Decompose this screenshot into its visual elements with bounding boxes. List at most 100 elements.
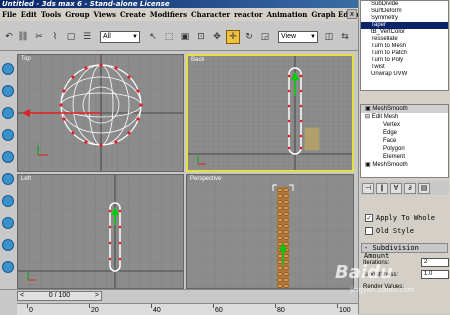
- tool-ball-icon[interactable]: [2, 129, 14, 141]
- region-select-icon[interactable]: ⊡: [194, 30, 208, 44]
- tool-ball-icon[interactable]: [2, 195, 14, 207]
- select-arrow-icon[interactable]: ↖: [146, 30, 160, 44]
- ruler-tick-label: 0: [29, 307, 33, 314]
- modifier-list-item[interactable]: Turn to Mesh: [361, 43, 448, 50]
- tool-ball-icon[interactable]: [2, 217, 14, 229]
- modifier-list-item[interactable]: SurfDeform: [361, 8, 448, 15]
- back-view-canvas: [188, 56, 352, 170]
- remove-modifier-icon[interactable]: ∂: [404, 182, 416, 194]
- stack-item[interactable]: Polygon: [361, 145, 448, 153]
- tool-ball-icon[interactable]: [2, 85, 14, 97]
- perspective-view-canvas: [187, 175, 353, 288]
- select-move-icon[interactable]: ✥: [210, 30, 224, 44]
- prev-frame-icon[interactable]: <: [20, 292, 24, 300]
- stack-item[interactable]: Element: [361, 153, 448, 161]
- modifier-list-item[interactable]: Turn to Poly: [361, 57, 448, 64]
- tool-ball-icon[interactable]: [2, 261, 14, 273]
- menu-item[interactable]: Group: [65, 10, 89, 19]
- modifier-list-item[interactable]: tB_VertColor: [361, 29, 448, 36]
- modifier-bulb-icon[interactable]: ⊟: [365, 114, 372, 120]
- rotate-icon[interactable]: ↻: [242, 30, 256, 44]
- selection-filter-dropdown[interactable]: All ▼: [100, 31, 140, 43]
- show-end-result-icon[interactable]: ∥: [376, 182, 388, 194]
- unlink-icon[interactable]: ✂: [32, 30, 46, 44]
- pivot-center-icon[interactable]: ◫: [322, 30, 336, 44]
- menu-item[interactable]: Views: [94, 10, 116, 19]
- configure-sets-icon[interactable]: ▤: [418, 182, 430, 194]
- modifier-list-item[interactable]: Taper: [361, 22, 448, 29]
- apply-to-whole-checkbox[interactable]: ✓: [365, 214, 373, 222]
- modifier-list-item[interactable]: Tessellate: [361, 36, 448, 43]
- stack-item-label: Face: [383, 138, 397, 144]
- ruler-tick: [151, 304, 152, 308]
- stack-item-label: Polygon: [383, 146, 405, 152]
- menu-item[interactable]: Animation: [267, 10, 308, 19]
- select-link-icon[interactable]: ⛓: [16, 30, 30, 44]
- bind-space-warp-icon[interactable]: ⌇: [48, 30, 62, 44]
- viewport-top[interactable]: Top: [17, 54, 184, 172]
- stack-item[interactable]: Face: [361, 137, 448, 145]
- smoothness-spinner[interactable]: 1.0: [421, 270, 449, 279]
- coord-system-dropdown[interactable]: View ▼: [278, 31, 318, 43]
- move-icon[interactable]: ✛: [226, 30, 240, 44]
- menu-item[interactable]: File: [2, 10, 17, 19]
- ruler-tick-label: 60: [215, 307, 223, 314]
- left-view-canvas: [18, 175, 183, 288]
- menu-item[interactable]: Edit: [21, 10, 37, 19]
- scale-icon[interactable]: ◲: [258, 30, 272, 44]
- tool-ball-icon[interactable]: [2, 63, 14, 75]
- chevron-down-icon: ▼: [310, 34, 316, 40]
- menu-item[interactable]: Modifiers: [150, 10, 187, 19]
- iterations-row: Iterations: 2: [363, 258, 449, 267]
- select-by-name-icon[interactable]: ☰: [80, 30, 94, 44]
- stack-item[interactable]: Edge: [361, 129, 448, 137]
- stack-item[interactable]: ▣ MeshSmooth: [361, 161, 448, 169]
- stack-item[interactable]: ▣ MeshSmooth: [361, 105, 448, 113]
- make-unique-icon[interactable]: ∀: [390, 182, 402, 194]
- modifier-list-item[interactable]: Twist: [361, 64, 448, 71]
- tool-ball-icon[interactable]: [2, 107, 14, 119]
- apply-to-whole-row[interactable]: ✓ Apply To Whole: [365, 214, 435, 222]
- ruler-tick-label: 40: [153, 307, 161, 314]
- next-frame-icon[interactable]: >: [95, 292, 99, 300]
- old-style-checkbox[interactable]: [365, 227, 373, 235]
- stack-item[interactable]: ⊟ Edit Mesh: [361, 113, 448, 121]
- modifier-stack[interactable]: ▣ MeshSmooth ⊟ Edit Mesh Vertex Edge Face Pol…: [360, 104, 449, 178]
- window-crossing-icon[interactable]: ▣: [178, 30, 192, 44]
- smoothness-label: Smoothness:: [363, 271, 399, 278]
- modifier-list[interactable]: SubDivide SurfDeform Symmetry Taper tB_VertC…: [360, 0, 449, 91]
- coord-system-value: View: [281, 33, 297, 40]
- stack-item-label: Vertex: [383, 122, 401, 128]
- window-title: Untitled - 3ds max 6 - Stand-alone Licen…: [0, 0, 358, 8]
- menu-item[interactable]: reactor: [234, 10, 263, 19]
- pin-stack-icon[interactable]: ⊣: [362, 182, 374, 194]
- mirror-icon[interactable]: ⇆: [338, 30, 352, 44]
- close-icon[interactable]: x: [347, 9, 357, 19]
- track-ruler[interactable]: 0 20 40 60 80 100: [17, 303, 358, 315]
- viewport-left[interactable]: Left: [17, 174, 184, 289]
- left-tool-strip: [0, 51, 17, 289]
- modifier-list-item[interactable]: Symmetry: [361, 15, 448, 22]
- rect-select-icon[interactable]: ⬚: [162, 30, 176, 44]
- tool-ball-icon[interactable]: [2, 151, 14, 163]
- apply-to-whole-label: Apply To Whole: [376, 214, 436, 222]
- iterations-spinner[interactable]: 2: [421, 258, 449, 267]
- viewport-back[interactable]: Back: [186, 54, 354, 172]
- subdivision-rollout[interactable]: - Subdivision Amount: [361, 243, 448, 260]
- stack-item[interactable]: Vertex: [361, 121, 448, 129]
- menu-item[interactable]: Character: [191, 10, 230, 19]
- tool-ball-icon[interactable]: [2, 173, 14, 185]
- modifier-list-item[interactable]: SubDivide: [361, 1, 448, 8]
- time-slider[interactable]: < 0 / 100 >: [17, 291, 102, 301]
- modifier-list-item[interactable]: Turn to Patch: [361, 50, 448, 57]
- menu-item[interactable]: Tools: [41, 10, 61, 19]
- old-style-row[interactable]: Old Style: [365, 227, 414, 235]
- viewport-perspective[interactable]: Perspective: [186, 174, 354, 289]
- menu-item[interactable]: Create: [120, 10, 146, 19]
- select-object-icon[interactable]: ▢: [64, 30, 78, 44]
- tool-ball-icon[interactable]: [2, 239, 14, 251]
- ruler-tick-label: 80: [277, 307, 285, 314]
- modifier-list-item[interactable]: Unwrap UVW: [361, 71, 448, 78]
- iterations-label: Iterations:: [363, 259, 390, 266]
- undo-icon[interactable]: ↶: [2, 30, 16, 44]
